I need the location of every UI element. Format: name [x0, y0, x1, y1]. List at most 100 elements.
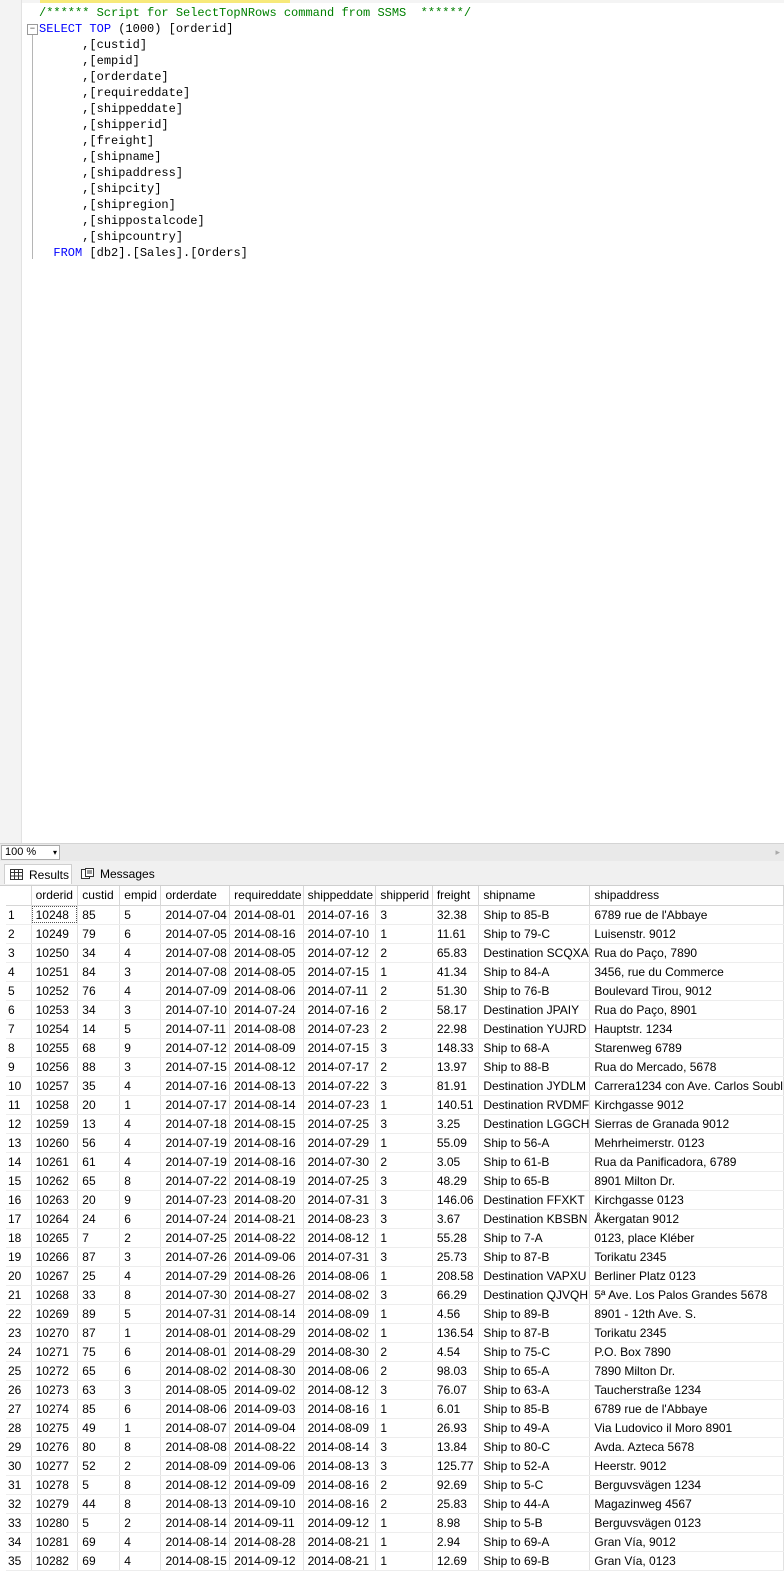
- table-cell[interactable]: 81.91: [432, 1076, 480, 1096]
- table-cell[interactable]: Berguvsvägen 1234: [589, 1475, 784, 1495]
- table-cell[interactable]: 2014-07-19: [160, 1152, 231, 1172]
- table-cell[interactable]: 2014-07-24: [160, 1209, 231, 1229]
- table-cell[interactable]: 3.67: [432, 1209, 480, 1229]
- table-cell[interactable]: 6789 rue de l'Abbaye: [589, 1399, 784, 1419]
- table-cell[interactable]: 2014-07-08: [160, 943, 231, 963]
- table-row[interactable]: 2 10249 79 6 2014-07-05 2014-08-16 2014-07-10 1…: [6, 924, 784, 944]
- table-cell[interactable]: 3: [119, 1380, 162, 1400]
- table-cell[interactable]: 2014-07-05: [160, 924, 231, 944]
- table-cell[interactable]: 1: [375, 1323, 433, 1343]
- row-number[interactable]: 7: [6, 1019, 32, 1039]
- table-cell[interactable]: 6789 rue de l'Abbaye: [589, 905, 784, 925]
- table-cell[interactable]: 10273: [31, 1380, 79, 1400]
- column-header[interactable]: custid: [77, 886, 121, 906]
- table-cell[interactable]: 4: [119, 1532, 162, 1552]
- table-cell[interactable]: 33: [77, 1285, 121, 1305]
- table-cell[interactable]: 8: [119, 1171, 162, 1191]
- row-number[interactable]: 35: [6, 1551, 32, 1571]
- table-row[interactable]: 14 10261 61 4 2014-07-19 2014-08-16 2014-07-30…: [6, 1152, 784, 1172]
- table-row[interactable]: 12 10259 13 4 2014-07-18 2014-08-15 2014-07-25…: [6, 1114, 784, 1134]
- table-cell[interactable]: 2014-07-16: [303, 905, 377, 925]
- row-number[interactable]: 16: [6, 1190, 32, 1210]
- table-cell[interactable]: 2014-08-22: [229, 1437, 304, 1457]
- table-cell[interactable]: 10272: [31, 1361, 79, 1381]
- table-cell[interactable]: 2014-09-03: [229, 1399, 304, 1419]
- row-number[interactable]: 1: [6, 905, 32, 925]
- table-cell[interactable]: 25.83: [432, 1494, 480, 1514]
- table-cell[interactable]: 49: [77, 1418, 121, 1438]
- table-cell[interactable]: Ship to 87-B: [478, 1323, 591, 1343]
- table-cell[interactable]: 2014-08-16: [229, 1152, 304, 1172]
- table-cell[interactable]: 7890 Milton Dr.: [589, 1361, 784, 1381]
- table-row[interactable]: 34 10281 69 4 2014-08-14 2014-08-28 2014-08-21…: [6, 1532, 784, 1552]
- table-cell[interactable]: 10261: [31, 1152, 79, 1172]
- table-row[interactable]: 32 10279 44 8 2014-08-13 2014-09-10 2014-08-16…: [6, 1494, 784, 1514]
- table-cell[interactable]: 2014-08-12: [303, 1228, 377, 1248]
- table-cell[interactable]: 2014-09-10: [229, 1494, 304, 1514]
- table-cell[interactable]: 10256: [31, 1057, 79, 1077]
- table-row[interactable]: 7 10254 14 5 2014-07-11 2014-08-08 2014-07-23 2…: [6, 1019, 784, 1039]
- row-number[interactable]: 28: [6, 1418, 32, 1438]
- table-cell[interactable]: 3: [375, 905, 433, 925]
- table-cell[interactable]: Ship to 69-A: [478, 1532, 591, 1552]
- table-cell[interactable]: 3: [375, 1456, 433, 1476]
- table-cell[interactable]: 85: [77, 905, 121, 925]
- table-cell[interactable]: 5: [119, 1304, 162, 1324]
- table-cell[interactable]: 1: [375, 1551, 433, 1571]
- table-cell[interactable]: 2014-07-31: [303, 1190, 377, 1210]
- table-cell[interactable]: 2014-07-22: [303, 1076, 377, 1096]
- table-cell[interactable]: 10253: [31, 1000, 79, 1020]
- table-row[interactable]: 30 10277 52 2 2014-08-09 2014-09-06 2014-08-13…: [6, 1456, 784, 1476]
- table-cell[interactable]: Ship to 69-B: [478, 1551, 591, 1571]
- table-cell[interactable]: 3.25: [432, 1114, 480, 1134]
- table-cell[interactable]: 10259: [31, 1114, 79, 1134]
- table-cell[interactable]: Gran Vía, 0123: [589, 1551, 784, 1571]
- table-cell[interactable]: 76.07: [432, 1380, 480, 1400]
- table-row[interactable]: 20 10267 25 4 2014-07-29 2014-08-26 2014-08-06…: [6, 1266, 784, 1286]
- table-cell[interactable]: 2014-09-02: [229, 1380, 304, 1400]
- table-row[interactable]: 26 10273 63 3 2014-08-05 2014-09-02 2014-08-12…: [6, 1380, 784, 1400]
- table-cell[interactable]: 1: [119, 1323, 162, 1343]
- table-cell[interactable]: 2014-07-18: [160, 1114, 231, 1134]
- table-cell[interactable]: 9: [119, 1038, 162, 1058]
- table-cell[interactable]: 2014-08-22: [229, 1228, 304, 1248]
- table-cell[interactable]: Via Ludovico il Moro 8901: [589, 1418, 784, 1438]
- table-cell[interactable]: Magazinweg 4567: [589, 1494, 784, 1514]
- table-cell[interactable]: Sierras de Granada 9012: [589, 1114, 784, 1134]
- table-cell[interactable]: 66.29: [432, 1285, 480, 1305]
- row-number[interactable]: 8: [6, 1038, 32, 1058]
- results-grid[interactable]: orderid custid empid orderdate requireddate s…: [6, 886, 784, 1577]
- table-cell[interactable]: 2014-08-09: [160, 1456, 231, 1476]
- table-cell[interactable]: 2014-07-17: [160, 1095, 231, 1115]
- table-cell[interactable]: 2014-08-30: [229, 1361, 304, 1381]
- table-cell[interactable]: 2014-09-12: [229, 1551, 304, 1571]
- table-cell[interactable]: Ship to 49-A: [478, 1418, 591, 1438]
- table-cell[interactable]: 8: [119, 1475, 162, 1495]
- table-cell[interactable]: 1: [375, 1228, 433, 1248]
- table-cell[interactable]: 55.09: [432, 1133, 480, 1153]
- row-number[interactable]: 9: [6, 1057, 32, 1077]
- table-cell[interactable]: 65: [77, 1361, 121, 1381]
- table-cell[interactable]: 2014-08-02: [303, 1285, 377, 1305]
- table-cell[interactable]: 5ª Ave. Los Palos Grandes 5678: [589, 1285, 784, 1305]
- table-cell[interactable]: 3.05: [432, 1152, 480, 1172]
- document-tab[interactable]: [40, 0, 290, 3]
- table-cell[interactable]: 2014-08-16: [229, 924, 304, 944]
- table-cell[interactable]: 2014-07-26: [160, 1247, 231, 1267]
- row-number[interactable]: 18: [6, 1228, 32, 1248]
- table-row[interactable]: 29 10276 80 8 2014-08-08 2014-08-22 2014-08-14…: [6, 1437, 784, 1457]
- table-cell[interactable]: 2014-08-02: [160, 1361, 231, 1381]
- table-cell[interactable]: 10258: [31, 1095, 79, 1115]
- table-cell[interactable]: 35: [77, 1076, 121, 1096]
- table-cell[interactable]: 2014-07-31: [160, 1304, 231, 1324]
- row-number[interactable]: 22: [6, 1304, 32, 1324]
- table-cell[interactable]: 98.03: [432, 1361, 480, 1381]
- table-cell[interactable]: 3: [375, 1114, 433, 1134]
- table-cell[interactable]: 3: [375, 1380, 433, 1400]
- table-cell[interactable]: 10250: [31, 943, 79, 963]
- table-cell[interactable]: 4: [119, 981, 162, 1001]
- table-cell[interactable]: 2014-07-29: [303, 1133, 377, 1153]
- row-number[interactable]: 17: [6, 1209, 32, 1229]
- table-cell[interactable]: Destination QJVQH: [478, 1285, 591, 1305]
- table-cell[interactable]: 2014-08-13: [303, 1456, 377, 1476]
